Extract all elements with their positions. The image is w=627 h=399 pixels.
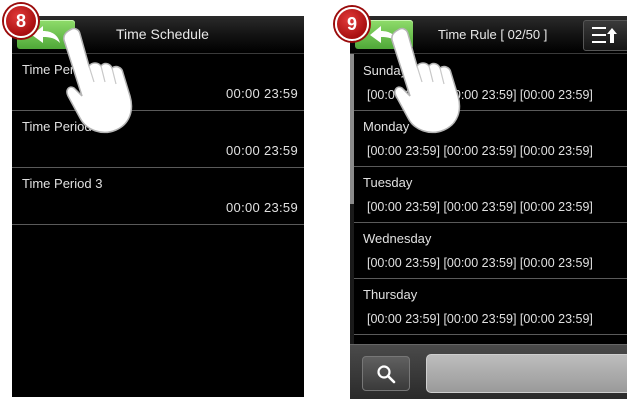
day-name: Wednesday [363,231,432,246]
day-name: Thursday [363,287,418,302]
day-time-ranges: [00:00 23:59] [00:00 23:59] [00:00 23:59… [367,144,593,158]
period-time: 00:00 23:59 [226,143,298,158]
list-item[interactable]: Wednesday [00:00 23:59] [00:00 23:59] [0… [354,222,627,279]
menu-button[interactable] [583,20,627,51]
period-name: Time Period 3 [22,176,103,191]
list-item[interactable]: Tuesday [00:00 23:59] [00:00 23:59] [00:… [354,166,627,223]
period-time: 00:00 23:59 [226,86,298,101]
day-time-ranges: [00:00 23:59] [00:00 23:59] [00:00 23:59… [367,256,593,270]
step-badge: 8 [4,4,38,38]
period-time: 00:00 23:59 [226,200,298,215]
list-item[interactable]: Time Period 3 00:00 23:59 [12,168,304,225]
day-time-ranges: [00:00 23:59] [00:00 23:59] [00:00 23:59… [367,312,593,326]
day-name: Tuesday [363,175,413,190]
day-time-ranges: [00:00 23:59] [00:00 23:59] [00:00 23:59… [367,200,593,214]
bottom-bar [350,344,627,399]
pointing-hand-icon [391,27,461,134]
sort-menu-icon [592,27,617,43]
step-badge: 9 [335,7,369,41]
search-input[interactable] [426,354,627,393]
list-item[interactable]: Thursday [00:00 23:59] [00:00 23:59] [00… [354,278,627,335]
search-icon [377,365,396,384]
pointing-hand-icon [63,27,133,134]
search-button[interactable] [362,356,410,391]
